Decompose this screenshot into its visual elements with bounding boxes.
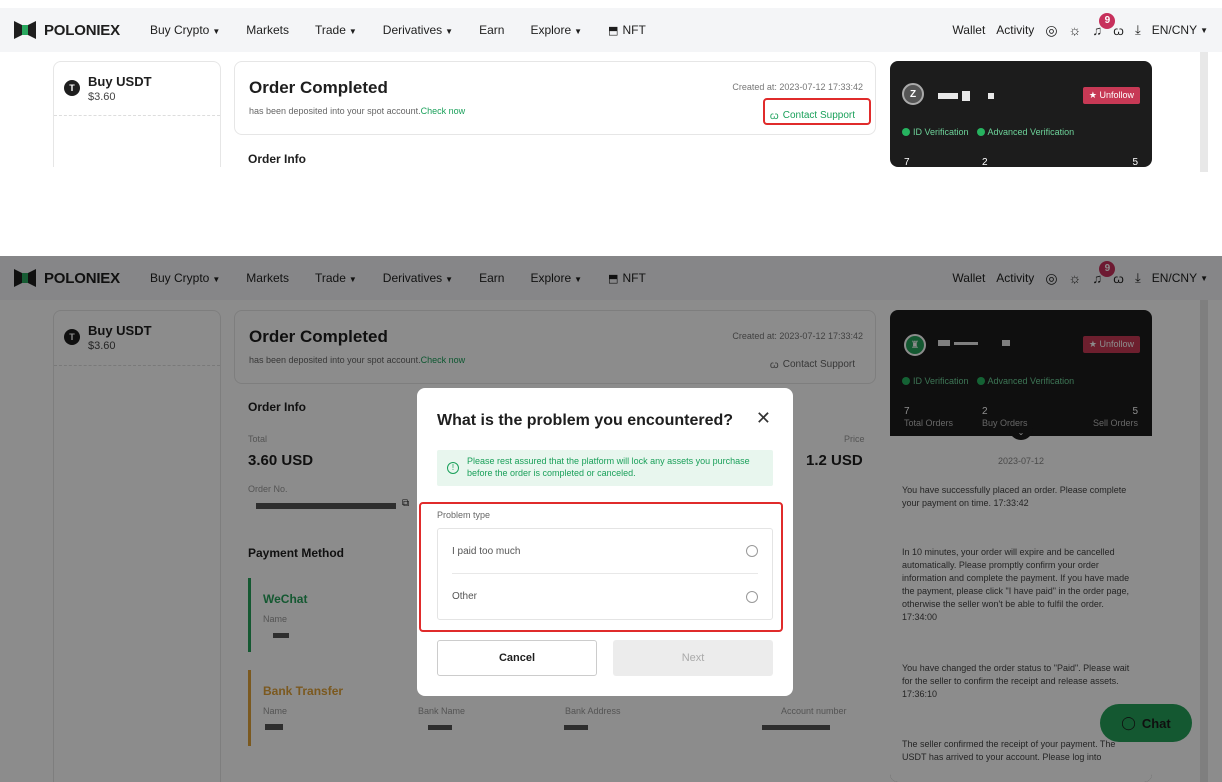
poloniex-logo-icon: [14, 21, 36, 39]
star-icon: ★: [1088, 90, 1097, 100]
top-navbar: POLONIEX Buy Crypto ▼ Markets Trade ▼ Deri…: [0, 8, 1222, 52]
id-verification-label: ID Verification: [913, 127, 969, 137]
nft-icon: ⬒: [608, 25, 619, 37]
redacted-name: [988, 93, 994, 99]
user-icon[interactable]: ◎: [1045, 22, 1057, 39]
merchant-card: Z ★ Unfollow ID Verification Advanced Ve…: [890, 61, 1152, 167]
total-orders-value: 7: [904, 157, 910, 167]
redacted-name: [938, 93, 958, 99]
alert-text: Please rest assured that the platform wi…: [467, 456, 750, 478]
order-completed-block: Order Completed has been deposited into …: [249, 78, 465, 116]
buy-summary-card: T Buy USDT $3.60: [53, 61, 221, 167]
buy-orders-value: 2: [982, 157, 988, 167]
nav-activity[interactable]: Activity: [996, 23, 1034, 37]
buy-summary: T Buy USDT $3.60: [64, 74, 152, 103]
info-icon: !: [447, 462, 459, 474]
logo-text: POLONIEX: [44, 21, 120, 39]
dialog-title: What is the problem you encountered?: [437, 412, 734, 429]
verification-badges: ID Verification Advanced Verification: [902, 127, 1074, 137]
unfollow-button[interactable]: ★ Unfollow: [1082, 87, 1140, 104]
language-selector[interactable]: EN/CNY ▼: [1152, 23, 1208, 37]
order-info-heading: Order Info: [248, 152, 307, 166]
nav-wallet[interactable]: Wallet: [952, 23, 985, 37]
sell-orders-value: 5: [1132, 157, 1138, 167]
advanced-verification-label: Advanced Verification: [987, 127, 1075, 137]
highlight-contact-support: [763, 98, 871, 125]
created-at: Created at: 2023-07-12 17:33:42: [732, 82, 863, 92]
subtitle-text: has been deposited into your spot accoun…: [249, 106, 421, 116]
nav-buy-crypto[interactable]: Buy Crypto ▼: [150, 23, 220, 37]
id-verification-badge: ID Verification: [902, 127, 969, 137]
download-icon[interactable]: ⤓: [1135, 22, 1141, 38]
scrollbar[interactable]: [1200, 52, 1208, 172]
order-completed-subtitle: has been deposited into your spot accoun…: [249, 106, 465, 116]
nav-derivatives-label: Derivatives: [382, 23, 443, 37]
next-button[interactable]: Next: [613, 640, 773, 676]
nav-nft-label: NFT: [622, 23, 646, 37]
headset-icon[interactable]: ꞷ: [1113, 22, 1124, 39]
nav-trade-label: Trade: [314, 23, 346, 37]
check-circle-icon: [902, 128, 910, 136]
redacted-name: [962, 91, 970, 101]
nav-explore-label: Explore: [530, 23, 572, 37]
buy-title: Buy USDT: [88, 74, 152, 89]
usdt-icon: T: [64, 80, 80, 96]
logo[interactable]: POLONIEX: [14, 21, 136, 39]
close-icon[interactable]: ✕: [756, 408, 771, 429]
language-label: EN/CNY: [1151, 23, 1198, 37]
highlight-problem-type: [419, 502, 783, 632]
advanced-verification-badge: Advanced Verification: [976, 127, 1075, 137]
unfollow-label: Unfollow: [1099, 90, 1134, 100]
notification-bell-icon[interactable]: ♫ 9: [1092, 12, 1116, 38]
nav-explore[interactable]: Explore ▼: [530, 23, 582, 37]
nav-earn[interactable]: Earn: [479, 23, 504, 37]
caret-down-icon: ▼: [1200, 25, 1208, 35]
nav-trade[interactable]: Trade ▼: [315, 23, 357, 37]
buy-summary-text: Buy USDT $3.60: [88, 74, 152, 103]
theme-sun-icon[interactable]: ☼: [1069, 22, 1082, 38]
caret-down-icon: ▼: [348, 27, 357, 36]
merchant-avatar[interactable]: Z: [902, 83, 924, 105]
nav-buy-crypto-label: Buy Crypto: [150, 23, 210, 37]
caret-down-icon: ▼: [574, 27, 583, 36]
nav-derivatives[interactable]: Derivatives ▼: [383, 23, 453, 37]
nav-markets[interactable]: Markets: [246, 23, 289, 37]
divider: [54, 115, 220, 116]
caret-down-icon: ▼: [445, 27, 454, 36]
nav-right: Wallet Activity ◎ ☼ ♫ 9 ꞷ ⤓ EN/CNY ▼: [941, 12, 1222, 39]
reassurance-alert: ! Please rest assured that the platform …: [437, 450, 773, 486]
buy-price: $3.60: [88, 91, 116, 103]
check-now-link[interactable]: Check now: [421, 106, 466, 116]
caret-down-icon: ▼: [212, 27, 221, 36]
nav-nft[interactable]: ⬒ NFT: [608, 23, 646, 37]
check-circle-icon: [976, 128, 985, 136]
cancel-button[interactable]: Cancel: [437, 640, 597, 676]
order-completed-title: Order Completed: [249, 78, 388, 97]
nav-links: Buy Crypto ▼ Markets Trade ▼ Derivatives ▼ …: [136, 23, 646, 37]
